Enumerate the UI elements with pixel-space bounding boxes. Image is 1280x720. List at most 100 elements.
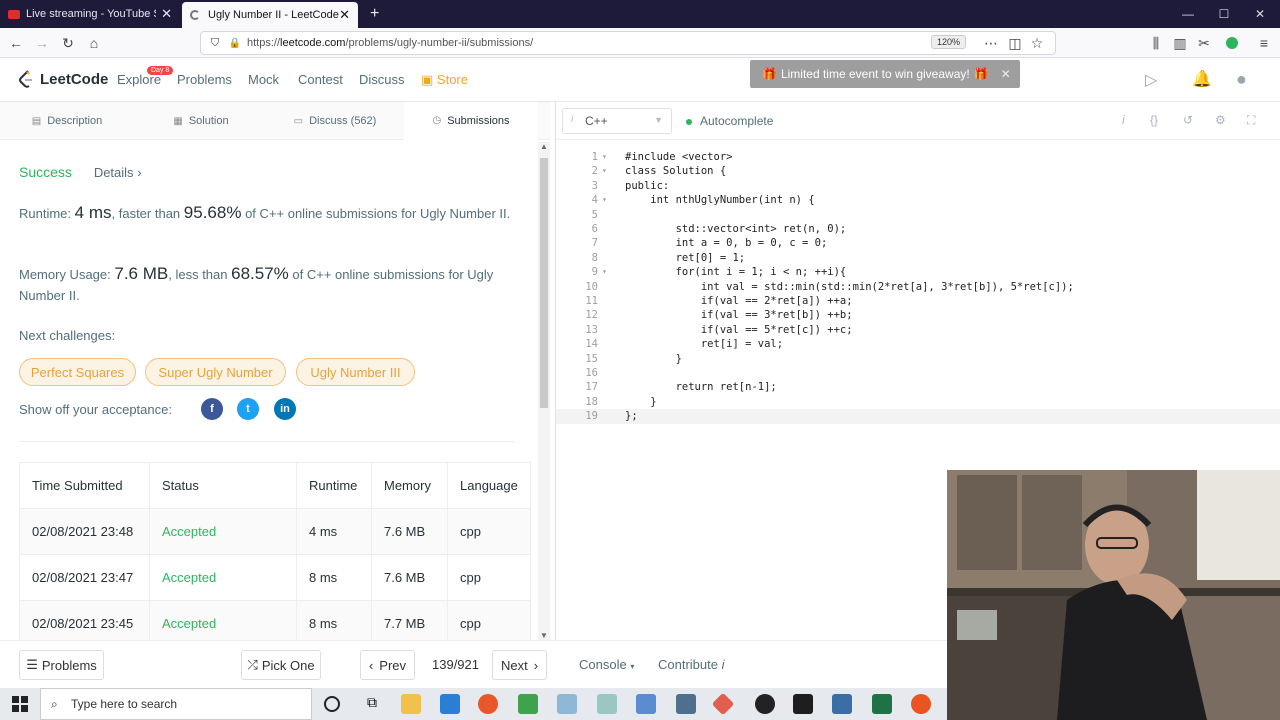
calculator-icon[interactable] [676, 694, 696, 714]
contribute-button[interactable]: Contribute i [658, 657, 725, 672]
scrollbar-thumb[interactable] [540, 158, 548, 408]
excel-icon[interactable] [872, 694, 892, 714]
code-line[interactable]: 6 std::vector<int> ret(n, 0); [556, 222, 1280, 236]
pick-one-button[interactable]: ⤮ Pick One [241, 650, 321, 680]
home-icon[interactable]: ⌂ [84, 33, 104, 53]
code-line[interactable]: 7 int a = 0, b = 0, c = 0; [556, 236, 1280, 250]
taskbar-search[interactable]: ⌕ Type here to search [40, 688, 312, 720]
tab-discuss[interactable]: ▭ Discuss (562) [268, 102, 402, 140]
avatar[interactable]: ● [1236, 69, 1247, 90]
code-line[interactable]: 13 if(val == 5*ret[c]) ++c; [556, 323, 1280, 337]
app-icon[interactable] [832, 694, 852, 714]
leetcode-logo-icon[interactable] [18, 70, 34, 88]
task-view-icon[interactable]: ⧉ [362, 694, 382, 714]
shield-icon[interactable]: ⛉ [205, 33, 225, 53]
back-icon[interactable]: ← [6, 33, 26, 53]
reload-icon[interactable]: ↻ [58, 33, 78, 53]
maximize-icon[interactable]: ☐ [1206, 0, 1242, 28]
tab-submissions[interactable]: ◷ Submissions [404, 102, 538, 140]
app-icon[interactable] [557, 694, 577, 714]
lock-icon[interactable]: 🔒 [225, 33, 245, 53]
fold-icon[interactable]: ▾ [602, 193, 607, 207]
details-link[interactable]: Details › [94, 165, 142, 180]
facebook-icon[interactable]: f [201, 398, 223, 420]
github-icon[interactable] [755, 694, 775, 714]
code-line[interactable]: 3 public: [556, 179, 1280, 193]
code-line[interactable]: 5 [556, 208, 1280, 222]
code-line[interactable]: 10 int val = std::min(std::min(2*ret[a],… [556, 280, 1280, 294]
close-window-icon[interactable]: ✕ [1242, 0, 1278, 28]
code-line[interactable]: 9 ▾ for(int i = 1; i < n; ++i){ [556, 265, 1280, 279]
code-line[interactable]: 11 if(val == 2*ret[a]) ++a; [556, 294, 1280, 308]
sidebar-icon[interactable]: ▥ [1170, 33, 1190, 53]
table-row[interactable]: 02/08/2021 23:48 Accepted 4 ms 7.6 MB cp… [19, 508, 531, 555]
new-tab-button[interactable]: + [362, 0, 386, 28]
windows-start-icon[interactable] [12, 696, 28, 712]
screenshot-icon[interactable]: ✂ [1194, 33, 1214, 53]
notification-bell-icon[interactable]: 🔔 [1192, 69, 1212, 89]
code-line[interactable]: 1 ▾ #include <vector> [556, 150, 1280, 164]
code-line[interactable]: 17 return ret[n-1]; [556, 380, 1280, 394]
linkedin-icon[interactable]: in [274, 398, 296, 420]
forward-icon[interactable]: → [32, 33, 52, 53]
file-explorer-icon[interactable] [401, 694, 421, 714]
giveaway-toast[interactable]: 🎁 Limited time event to win giveaway! 🎁 … [750, 60, 1020, 88]
next-button[interactable]: Next › [492, 650, 547, 680]
tab-description[interactable]: ▤ Description [0, 102, 134, 140]
reset-icon[interactable]: ↺ [1183, 113, 1193, 127]
git-icon[interactable] [711, 692, 735, 716]
twitter-icon[interactable]: t [237, 398, 259, 420]
code-line[interactable]: 2 ▾ class Solution { [556, 164, 1280, 178]
minimize-icon[interactable]: — [1170, 0, 1206, 28]
fold-icon[interactable]: ▾ [602, 150, 607, 164]
challenge-perfect-squares[interactable]: Perfect Squares [19, 358, 136, 386]
vscode-icon[interactable] [440, 694, 460, 714]
challenge-ugly-number-iii[interactable]: Ugly Number III [296, 358, 415, 386]
status-link[interactable]: Accepted [149, 508, 297, 555]
terminal-icon[interactable] [793, 694, 813, 714]
firefox-icon[interactable] [478, 694, 498, 714]
nav-contest[interactable]: Contest [298, 72, 343, 87]
format-braces-icon[interactable]: {} [1150, 113, 1158, 127]
left-scrollbar[interactable]: ▲ ▼ [538, 142, 550, 640]
code-line[interactable]: 18 } [556, 395, 1280, 409]
browser-tab-youtube[interactable]: Live streaming - YouTube Studio ✕ [0, 0, 180, 28]
info-icon[interactable]: i [1122, 113, 1125, 127]
code-line[interactable]: 19}; [556, 409, 1280, 424]
fullscreen-icon[interactable]: ⛶ [1247, 113, 1255, 128]
leetcode-logo-text[interactable]: LeetCode [40, 71, 108, 88]
cortana-icon[interactable] [324, 696, 340, 712]
close-toast-icon[interactable]: ✕ [1001, 67, 1011, 81]
url-bar[interactable]: ⛉ 🔒 https://leetcode.com/problems/ugly-n… [200, 31, 1056, 55]
nav-discuss[interactable]: Discuss [359, 72, 405, 87]
bookmark-star-icon[interactable]: ☆ [1027, 33, 1047, 53]
code-line[interactable]: 12 if(val == 3*ret[b]) ++b; [556, 308, 1280, 322]
tab-solution[interactable]: ▦ Solution [134, 102, 268, 140]
prev-button[interactable]: ‹ Prev [360, 650, 415, 680]
console-button[interactable]: Console ▾ [579, 657, 634, 672]
autocomplete-toggle[interactable]: Autocomplete [686, 114, 773, 128]
fold-icon[interactable]: ▾ [602, 164, 607, 178]
language-select[interactable]: i C++ ▼ [562, 108, 672, 134]
close-tab-icon[interactable]: ✕ [161, 6, 172, 22]
library-icon[interactable]: ⫼ [1146, 33, 1166, 53]
code-line[interactable]: 4 ▾ int nthUglyNumber(int n) { [556, 193, 1280, 207]
network-app-icon[interactable] [636, 694, 656, 714]
more-icon[interactable]: ⋯ [981, 33, 1001, 53]
settings-gear-icon[interactable]: ⚙ [1215, 113, 1226, 127]
pocket-icon[interactable]: ◫ [1005, 33, 1025, 53]
playground-icon[interactable]: ▷ [1145, 70, 1157, 90]
nav-store[interactable]: ▣ Store [421, 72, 468, 88]
challenge-super-ugly-number[interactable]: Super Ugly Number [145, 358, 286, 386]
browser-tab-leetcode[interactable]: Ugly Number II - LeetCode ✕ [182, 2, 358, 28]
menu-icon[interactable]: ≡ [1254, 33, 1274, 53]
app-icon[interactable] [597, 694, 617, 714]
status-link[interactable]: Accepted [149, 554, 297, 601]
scroll-up-icon[interactable]: ▲ [540, 142, 548, 151]
zoom-level[interactable]: 120% [931, 35, 967, 49]
code-line[interactable]: 15 } [556, 352, 1280, 366]
table-row[interactable]: 02/08/2021 23:47 Accepted 8 ms 7.6 MB cp… [19, 554, 531, 601]
extension-icon[interactable] [1222, 33, 1242, 53]
fold-icon[interactable]: ▾ [602, 265, 607, 279]
code-line[interactable]: 14 ret[i] = val; [556, 337, 1280, 351]
